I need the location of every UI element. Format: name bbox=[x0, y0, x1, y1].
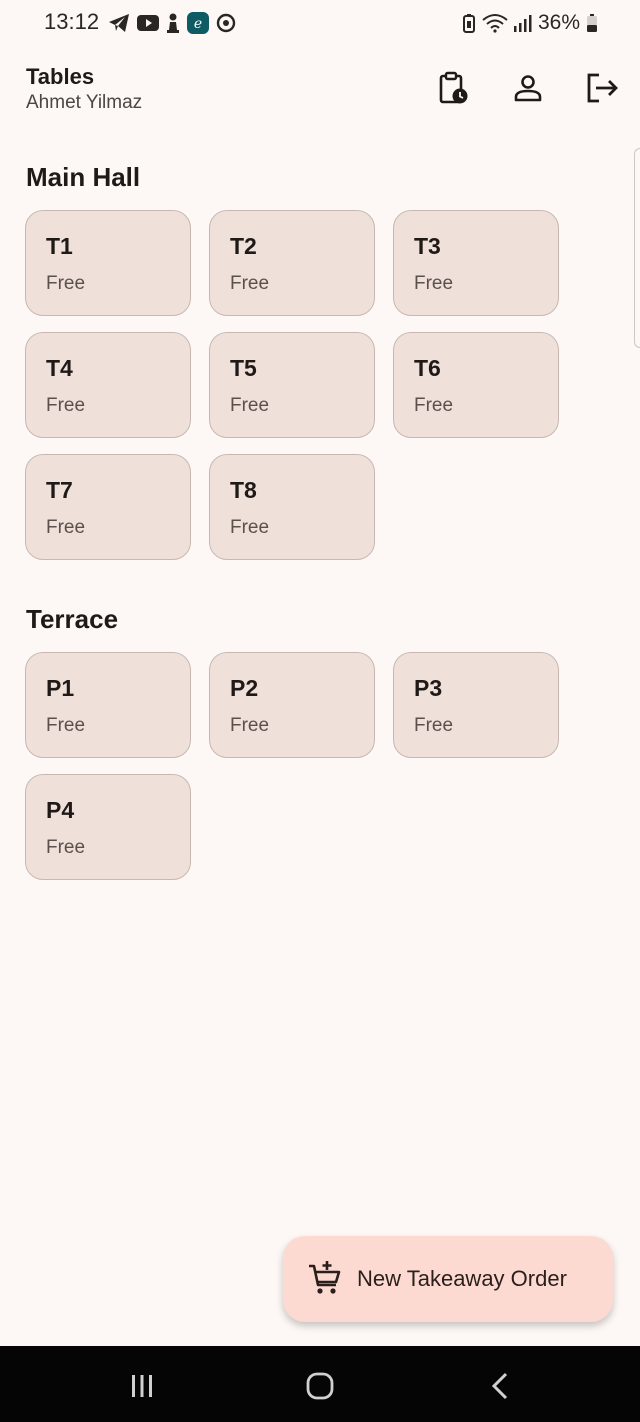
table-name: T6 bbox=[414, 355, 441, 381]
system-nav-bar bbox=[0, 1346, 640, 1422]
order-history-button[interactable] bbox=[436, 70, 472, 106]
section-title-main-hall: Main Hall bbox=[26, 162, 141, 192]
battery-icon bbox=[586, 13, 598, 33]
table-status: Free bbox=[414, 273, 454, 294]
table-name: T8 bbox=[230, 477, 257, 503]
scroll-indicator bbox=[634, 148, 640, 348]
table-name: P2 bbox=[230, 675, 259, 701]
back-icon bbox=[489, 1371, 511, 1401]
table-status: Free bbox=[414, 395, 454, 416]
telegram-icon bbox=[108, 13, 130, 33]
battery-saver-icon bbox=[462, 13, 476, 33]
table-status: Free bbox=[230, 715, 270, 736]
table-status: Free bbox=[230, 395, 270, 416]
status-time: 13:12 bbox=[44, 9, 100, 34]
table-card[interactable]: P4 Free bbox=[25, 774, 191, 880]
fab-label: New Takeaway Order bbox=[357, 1266, 567, 1291]
youtube-icon bbox=[137, 14, 159, 32]
logout-button[interactable] bbox=[584, 70, 620, 106]
table-status: Free bbox=[46, 273, 86, 294]
table-status: Free bbox=[230, 273, 270, 294]
table-status: Free bbox=[414, 715, 454, 736]
table-card[interactable]: T6 Free bbox=[393, 332, 559, 438]
table-status: Free bbox=[46, 837, 86, 858]
table-name: T3 bbox=[414, 233, 441, 259]
profile-button[interactable] bbox=[510, 70, 546, 106]
home-icon bbox=[305, 1371, 335, 1401]
wifi-icon bbox=[482, 13, 508, 33]
table-name: P3 bbox=[414, 675, 443, 701]
user-name: Ahmet Yilmaz bbox=[26, 92, 143, 113]
app-header: Tables Ahmet Yilmaz bbox=[0, 56, 640, 126]
new-takeaway-order-button[interactable]: New Takeaway Order bbox=[283, 1236, 613, 1322]
table-card[interactable]: T5 Free bbox=[209, 332, 375, 438]
table-card[interactable]: T7 Free bbox=[25, 454, 191, 560]
table-status: Free bbox=[46, 395, 86, 416]
notification-icons: e bbox=[108, 10, 236, 36]
home-button[interactable] bbox=[302, 1368, 338, 1404]
battery-percent: 36% bbox=[537, 11, 580, 34]
table-status: Free bbox=[46, 715, 86, 736]
table-card[interactable]: P2 Free bbox=[209, 652, 375, 758]
back-button[interactable] bbox=[482, 1368, 518, 1404]
header-actions bbox=[436, 70, 620, 106]
table-name: T5 bbox=[230, 355, 257, 381]
table-name: T7 bbox=[46, 477, 73, 503]
table-name: T4 bbox=[46, 355, 73, 381]
person-icon bbox=[513, 73, 543, 103]
table-status: Free bbox=[46, 517, 86, 538]
sync-icon bbox=[216, 13, 236, 33]
svg-text:e: e bbox=[194, 16, 202, 32]
table-status: Free bbox=[230, 517, 270, 538]
status-bar: 13:12 e 36% bbox=[0, 0, 640, 46]
signal-icon bbox=[513, 14, 532, 32]
table-card[interactable]: T2 Free bbox=[209, 210, 375, 316]
table-name: T2 bbox=[230, 233, 257, 259]
table-name: T1 bbox=[46, 233, 73, 259]
table-card[interactable]: T4 Free bbox=[25, 332, 191, 438]
table-card[interactable]: T8 Free bbox=[209, 454, 375, 560]
table-grid-terrace: P1 Free P2 Free P3 Free P4 Free bbox=[25, 652, 561, 880]
cart-plus-icon bbox=[307, 1261, 343, 1297]
table-card[interactable]: T1 Free bbox=[25, 210, 191, 316]
clipboard-clock-icon bbox=[438, 71, 470, 105]
section-title-terrace: Terrace bbox=[26, 604, 119, 634]
logout-icon bbox=[585, 72, 619, 104]
table-grid-main-hall: T1 Free T2 Free T3 Free T4 Free T5 Free T6 Fre… bbox=[25, 210, 561, 560]
table-name: P4 bbox=[46, 797, 75, 823]
table-card[interactable]: T3 Free bbox=[393, 210, 559, 316]
table-name: P1 bbox=[46, 675, 75, 701]
table-card[interactable]: P3 Free bbox=[393, 652, 559, 758]
recents-icon bbox=[128, 1372, 156, 1400]
table-card[interactable]: P1 Free bbox=[25, 652, 191, 758]
chess-pawn-icon bbox=[166, 13, 180, 33]
page-title: Tables bbox=[26, 64, 95, 89]
app-e-icon: e bbox=[187, 12, 209, 34]
recent-apps-button[interactable] bbox=[124, 1368, 160, 1404]
system-icons: 36% bbox=[462, 10, 598, 36]
